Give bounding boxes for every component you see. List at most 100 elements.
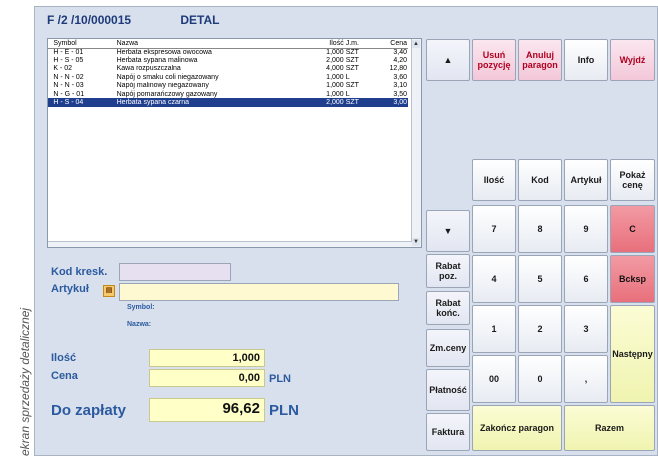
show-price-button[interactable]: Pokaż cenę [610,159,655,201]
cell-cena: 3,00 [377,98,408,107]
cell-ilosc: 2,000 [287,98,345,107]
cell-jm: SZT [345,82,359,90]
total-due-field: 96,62 [149,398,265,422]
cell-nazwa: Napój o smaku coli niegazowany [116,73,219,81]
cell-jm: SZT [344,98,378,107]
table-row[interactable]: H - S - 05 Herbata sypana malinowa 2,000 SZ… [48,56,408,64]
col-cena[interactable]: Cena [377,39,408,49]
key-9[interactable]: 9 [564,205,608,253]
cell-nazwa: Napój pomarańczowy gazowany [116,90,218,98]
cell-symbol: N - G - 01 [53,90,85,98]
pos-window: F /2 /10/000015 DETAL Symbol Nazwa Ilość… [34,6,658,456]
change-price-button[interactable]: Zm.ceny [426,329,470,367]
exit-button[interactable]: Wyjdź [610,39,655,81]
cell-cena: 3,10 [393,82,407,90]
cell-jm: SZT [345,57,359,65]
cell-ilosc: 2,000 [326,57,344,65]
cell-symbol: H - S - 04 [52,98,116,107]
cell-cena: 3,50 [393,90,407,98]
key-8[interactable]: 8 [518,205,562,253]
backspace-button[interactable]: Bcksp [610,255,655,303]
document-number: F /2 /10/000015 [47,13,132,27]
key-1[interactable]: 1 [472,305,516,353]
key-4[interactable]: 4 [472,255,516,303]
key-3[interactable]: 3 [564,305,608,353]
cell-jm: SZT [345,65,359,73]
cell-nazwa: Napój malinowy niegazowany [116,82,209,90]
clear-button[interactable]: C [610,205,655,253]
do-zaplaty-label: Do zapłaty [51,402,127,419]
cell-symbol: N - N - 03 [53,82,84,90]
table-row[interactable]: N - N - 02 Napój o smaku coli niegazowany… [48,73,408,81]
finish-receipt-button[interactable]: Zakończ paragon [472,405,562,451]
key-0[interactable]: 0 [518,355,562,403]
key-5[interactable]: 5 [518,255,562,303]
col-ilosc[interactable]: Ilość [287,39,345,49]
col-jm[interactable]: J.m. [344,39,378,49]
down-arrow-icon: ▼ [443,226,453,236]
cell-symbol: H - E - 01 [53,48,84,56]
kod-label: Kod kresk. [51,266,108,278]
cancel-receipt-button[interactable]: Anuluj paragon [518,39,562,81]
key-00[interactable]: 00 [472,355,516,403]
cell-ilosc: 4,000 [326,65,344,73]
cell-jm: L [345,90,350,98]
table-row[interactable]: K - 02 Kawa rozpuszczalna 4,000 SZT 12,80 [48,65,408,73]
up-arrow-icon: ▲ [443,55,453,65]
cell-nazwa: Herbata ekspresowa owocowa [116,48,212,56]
cell-nazwa: Herbata sypana malinowa [116,57,198,65]
barcode-input[interactable] [119,263,231,281]
table-row[interactable]: H - E - 01 Herbata ekspresowa owocowa 1,00… [48,48,408,56]
quantity-button[interactable]: Ilość [472,159,516,201]
total-button[interactable]: Razem [564,405,655,451]
ilosc-label: Ilość [51,352,77,364]
document-header: F /2 /10/000015 DETAL [47,13,219,27]
symbol-label: Symbol: [127,304,155,311]
cell-symbol: N - N - 02 [53,73,84,81]
key-6[interactable]: 6 [564,255,608,303]
items-list[interactable]: Symbol Nazwa Ilość J.m. Cena H - E - 01 H… [47,38,422,248]
scroll-down-icon[interactable]: ▼ [412,238,420,246]
next-button[interactable]: Następny [610,305,655,403]
code-button[interactable]: Kod [518,159,562,201]
col-symbol[interactable]: Symbol [52,39,116,49]
cell-nazwa: Herbata sypana czarna [115,98,288,107]
table-row[interactable]: N - N - 03 Napój malinowy niegazowany 1,00… [48,82,408,90]
delete-item-button[interactable]: Usuń pozycję [472,39,516,81]
info-button[interactable]: Info [564,39,608,81]
cell-ilosc: 1,000 [326,48,344,56]
col-nazwa[interactable]: Nazwa [115,39,288,49]
cell-cena: 3,40 [393,48,407,56]
article-input[interactable] [119,283,399,301]
cell-ilosc: 1,000 [326,82,344,90]
price-currency: PLN [269,373,291,385]
scroll-down-button[interactable]: ▼ [426,210,470,252]
cell-jm: SZT [345,48,359,56]
price-field[interactable]: 0,00 [149,369,265,387]
sale-mode: DETAL [180,13,220,27]
items-table: Symbol Nazwa Ilość J.m. Cena H - E - 01 H… [48,39,408,107]
table-row[interactable]: H - S - 04 Herbata sypana czarna 2,000 SZT 3… [48,98,408,107]
item-discount-button[interactable]: Rabat poz. [426,254,470,288]
artykul-label: Artykuł [51,283,89,295]
table-row[interactable]: N - G - 01 Napój pomarańczowy gazowany 1,0… [48,90,408,98]
quantity-field[interactable]: 1,000 [149,349,265,367]
scroll-up-icon[interactable]: ▲ [412,40,420,48]
cell-ilosc: 1,000 [326,90,344,98]
vertical-scrollbar[interactable]: ▲ ▼ [411,39,421,247]
cell-nazwa: Kawa rozpuszczalna [116,65,181,73]
article-picker-icon[interactable]: ▤ [103,285,115,297]
final-discount-button[interactable]: Rabat końc. [426,291,470,325]
key-comma[interactable]: , [564,355,608,403]
cell-ilosc: 1,000 [326,73,344,81]
total-currency: PLN [269,402,299,419]
side-caption: ekran sprzedaży detalicznej [0,0,34,456]
scroll-up-button[interactable]: ▲ [426,39,470,81]
nazwa-label: Nazwa: [127,321,152,328]
key-2[interactable]: 2 [518,305,562,353]
invoice-button[interactable]: Faktura [426,413,470,451]
article-button[interactable]: Artykuł [564,159,608,201]
key-7[interactable]: 7 [472,205,516,253]
horizontal-scrollbar[interactable] [48,241,412,247]
payment-button[interactable]: Płatność [426,369,470,411]
